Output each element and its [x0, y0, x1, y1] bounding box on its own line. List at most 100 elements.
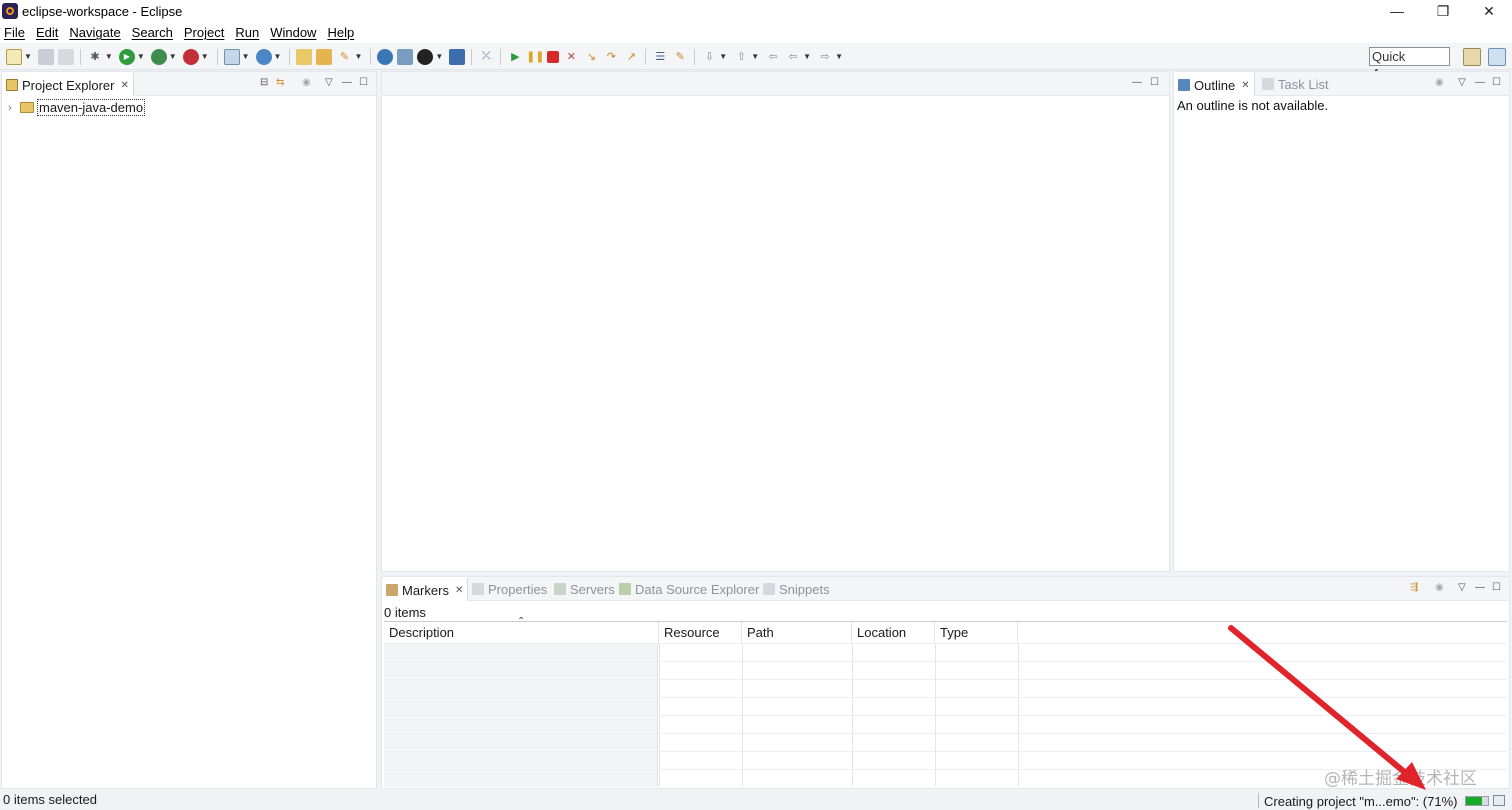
- column-description[interactable]: Description: [384, 622, 659, 644]
- progress-view-icon[interactable]: [1493, 795, 1505, 806]
- debug-icon[interactable]: ✱: [87, 49, 103, 65]
- search-icon[interactable]: ✎: [336, 49, 352, 65]
- view-menu-icon[interactable]: ▽: [325, 77, 333, 88]
- skip-breakpoints-icon[interactable]: ⤫: [478, 49, 494, 65]
- minimize-view-icon[interactable]: —: [1475, 77, 1485, 88]
- menu-search[interactable]: Search: [132, 25, 173, 40]
- external-tools-icon[interactable]: [182, 48, 199, 65]
- close-tab-icon[interactable]: ✕: [1241, 80, 1249, 91]
- maximize-view-icon[interactable]: ☐: [1492, 77, 1501, 88]
- tab-task-list[interactable]: Task List: [1258, 72, 1333, 96]
- save-icon[interactable]: [37, 48, 54, 65]
- forward-icon[interactable]: ⇨: [817, 49, 833, 65]
- column-resource[interactable]: Resource: [659, 622, 742, 644]
- globe-icon[interactable]: [377, 48, 394, 65]
- progress-bar[interactable]: [1465, 796, 1489, 806]
- menu-navigate[interactable]: Navigate: [69, 25, 120, 40]
- column-location[interactable]: Location: [852, 622, 935, 644]
- disconnect-icon[interactable]: ✕: [563, 49, 579, 65]
- minimize-button[interactable]: —: [1374, 0, 1420, 22]
- tab-servers[interactable]: Servers: [550, 577, 619, 601]
- menu-project[interactable]: Project: [184, 25, 224, 40]
- menu-edit[interactable]: Edit: [36, 25, 58, 40]
- tab-data-source-explorer[interactable]: Data Source Explorer: [615, 577, 763, 601]
- maximize-view-icon[interactable]: ☐: [359, 77, 368, 88]
- close-button[interactable]: ✕: [1466, 0, 1512, 22]
- prev-annotation-dropdown-icon[interactable]: ▼: [751, 52, 759, 61]
- java-ee-perspective-icon[interactable]: [1488, 48, 1506, 66]
- tree-item-project[interactable]: › maven-java-demo: [8, 99, 146, 116]
- run-icon[interactable]: ▶: [118, 48, 135, 65]
- focus-icon[interactable]: ◉: [1435, 582, 1444, 593]
- new-dropdown-icon[interactable]: ▼: [24, 52, 32, 61]
- toggle-mark-icon[interactable]: ☰: [652, 49, 668, 65]
- coverage-dropdown-icon[interactable]: ▼: [169, 52, 177, 61]
- open-perspective-icon[interactable]: [1463, 48, 1481, 66]
- minimize-view-icon[interactable]: —: [1475, 582, 1485, 593]
- tab-outline[interactable]: Outline ✕: [1174, 72, 1255, 96]
- annotation-icon[interactable]: ✎: [672, 49, 688, 65]
- next-annotation-icon[interactable]: ⇩: [701, 49, 717, 65]
- new-class-icon[interactable]: [255, 48, 272, 65]
- search-dropdown-icon[interactable]: ▼: [354, 52, 362, 61]
- chevron-right-icon[interactable]: ›: [8, 102, 20, 114]
- configure-contents-icon[interactable]: ⇶: [1410, 582, 1418, 593]
- close-tab-icon[interactable]: ✕: [120, 80, 128, 91]
- perspective-switch-icon[interactable]: [397, 48, 414, 65]
- last-edit-icon[interactable]: ⇦: [765, 49, 781, 65]
- tab-properties[interactable]: Properties: [468, 577, 551, 601]
- quick-access-input[interactable]: Quick Access: [1369, 47, 1450, 81]
- minimize-view-icon[interactable]: —: [342, 77, 352, 88]
- focus-icon[interactable]: ◉: [302, 77, 311, 88]
- debug-dropdown-icon[interactable]: ▼: [105, 52, 113, 61]
- view-menu-icon[interactable]: ▽: [1458, 582, 1466, 593]
- markers-panel: Markers ✕ Properties Servers Data Source…: [381, 576, 1510, 789]
- open-folder-icon[interactable]: [316, 48, 333, 65]
- link-with-editor-icon[interactable]: ⇆: [276, 77, 284, 88]
- view-menu-icon[interactable]: ▽: [1458, 77, 1466, 88]
- resume-icon[interactable]: ▶: [507, 49, 523, 65]
- window-controls: — ❐ ✕: [1374, 0, 1512, 22]
- menu-file[interactable]: File: [4, 25, 25, 40]
- close-tab-icon[interactable]: ✕: [455, 585, 463, 596]
- external-tools-dropdown-icon[interactable]: ▼: [201, 52, 209, 61]
- open-type-icon[interactable]: [296, 48, 313, 65]
- restore-button[interactable]: ❐: [1420, 0, 1466, 22]
- maximize-view-icon[interactable]: ☐: [1492, 582, 1501, 593]
- tab-markers[interactable]: Markers ✕: [382, 577, 469, 601]
- back-icon[interactable]: ⇦: [785, 49, 801, 65]
- new-server-icon[interactable]: [223, 48, 240, 65]
- next-annotation-dropdown-icon[interactable]: ▼: [719, 52, 727, 61]
- new-server-dropdown-icon[interactable]: ▼: [242, 52, 250, 61]
- focus-icon[interactable]: ◉: [1435, 77, 1444, 88]
- new-icon[interactable]: [6, 48, 22, 65]
- suspend-icon[interactable]: ❚❚: [526, 49, 544, 65]
- terminate-icon[interactable]: [547, 50, 560, 63]
- status-progress-text[interactable]: Creating project "m...emo": (71%): [1264, 794, 1457, 809]
- collapse-all-icon[interactable]: ⊟: [260, 77, 268, 88]
- prev-annotation-icon[interactable]: ⇧: [733, 49, 749, 65]
- run-dropdown-icon[interactable]: ▼: [137, 52, 145, 61]
- profile-icon[interactable]: [417, 48, 434, 65]
- menu-help[interactable]: Help: [327, 25, 354, 40]
- tab-project-explorer-label: Project Explorer: [22, 77, 115, 93]
- step-over-icon[interactable]: ↷: [603, 49, 619, 65]
- tab-project-explorer[interactable]: Project Explorer ✕: [2, 72, 134, 96]
- console-icon[interactable]: [449, 48, 466, 65]
- minimize-editor-icon[interactable]: —: [1132, 77, 1142, 88]
- maximize-editor-icon[interactable]: ☐: [1150, 77, 1159, 88]
- forward-dropdown-icon[interactable]: ▼: [835, 52, 843, 61]
- coverage-icon[interactable]: [150, 48, 167, 65]
- column-type[interactable]: Type: [935, 622, 1018, 644]
- step-into-icon[interactable]: ↘: [583, 49, 599, 65]
- toolbar-separator: [370, 48, 372, 65]
- step-return-icon[interactable]: ↗: [623, 49, 639, 65]
- new-class-dropdown-icon[interactable]: ▼: [274, 52, 282, 61]
- back-dropdown-icon[interactable]: ▼: [803, 52, 811, 61]
- menu-run[interactable]: Run: [235, 25, 259, 40]
- menu-window[interactable]: Window: [270, 25, 316, 40]
- profile-dropdown-icon[interactable]: ▼: [435, 52, 443, 61]
- tab-snippets[interactable]: Snippets: [759, 577, 834, 601]
- column-path[interactable]: Path: [742, 622, 852, 644]
- save-all-icon[interactable]: [57, 48, 74, 65]
